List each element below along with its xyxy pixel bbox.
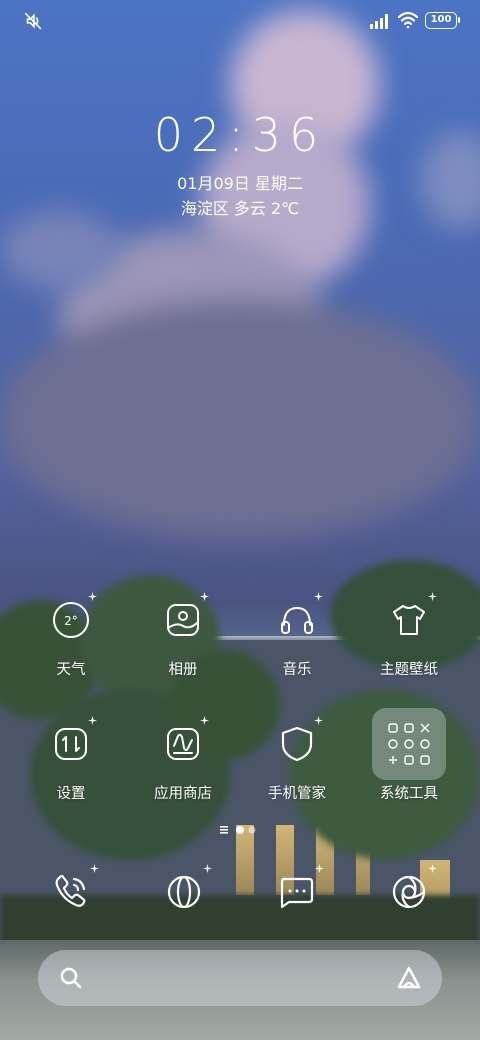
mute-icon	[24, 12, 42, 30]
sparkle-icon	[428, 864, 437, 873]
sparkle-icon	[315, 864, 324, 873]
sparkle-icon	[203, 864, 212, 873]
app-themes[interactable]: 主题壁纸	[354, 592, 464, 696]
phone-icon	[55, 874, 86, 907]
svg-text:2°: 2°	[64, 614, 78, 628]
app-label: 应用商店	[154, 786, 212, 802]
app-label: 相册	[168, 662, 198, 678]
sparkle-icon	[314, 716, 323, 725]
sparkle-icon	[200, 716, 209, 725]
sparkle-icon	[200, 592, 209, 601]
app-label: 设置	[56, 786, 86, 802]
app-security[interactable]: 手机管家	[242, 716, 352, 820]
wifi-icon	[397, 11, 419, 29]
page-indicator[interactable]	[218, 823, 268, 837]
app-label: 主题壁纸	[380, 662, 438, 678]
status-bar: 100	[0, 0, 480, 44]
messages-icon	[280, 877, 314, 909]
theme-icon	[393, 605, 425, 635]
browser-icon	[167, 875, 201, 909]
sparkle-icon	[88, 592, 97, 601]
signal-icon	[370, 14, 388, 29]
app-app-store[interactable]: 应用商店	[128, 716, 238, 820]
clock-date: 01月09日 星期二	[177, 174, 303, 193]
app-gallery[interactable]: 相册	[128, 592, 238, 696]
assistant-icon[interactable]	[396, 965, 422, 991]
app-settings[interactable]: 设置	[16, 716, 126, 820]
weather-summary[interactable]: 海淀区 多云 2℃	[0, 195, 480, 219]
app-weather[interactable]: 2° 天气	[16, 592, 126, 696]
dock-camera[interactable]	[384, 864, 437, 917]
settings-icon	[55, 728, 87, 760]
app-label: 手机管家	[268, 786, 326, 802]
security-icon	[281, 726, 313, 762]
sparkle-icon	[90, 864, 99, 873]
app-label: 音乐	[282, 662, 312, 678]
search-bar[interactable]	[38, 950, 442, 1006]
folder-label: 系统工具	[380, 786, 438, 802]
sparkle-icon	[88, 716, 97, 725]
sparkle-icon	[314, 592, 323, 601]
camera-icon	[392, 875, 426, 909]
dock-phone[interactable]	[46, 864, 99, 917]
app-label: 天气	[56, 662, 86, 678]
clock-time[interactable]: 02:36	[0, 108, 480, 162]
music-icon	[281, 606, 313, 634]
system-tools-folder-icon	[388, 723, 430, 765]
search-icon[interactable]	[58, 965, 84, 991]
folder-system-tools[interactable]: 系统工具	[354, 708, 464, 820]
app-music[interactable]: 音乐	[242, 592, 352, 696]
weather-icon: 2°	[53, 602, 89, 638]
dock-messages[interactable]	[271, 864, 324, 917]
dock-browser[interactable]	[159, 864, 212, 917]
battery-icon: 100	[425, 12, 460, 29]
app-store-icon	[167, 728, 199, 760]
sparkle-icon	[428, 592, 437, 601]
gallery-icon	[167, 604, 199, 636]
